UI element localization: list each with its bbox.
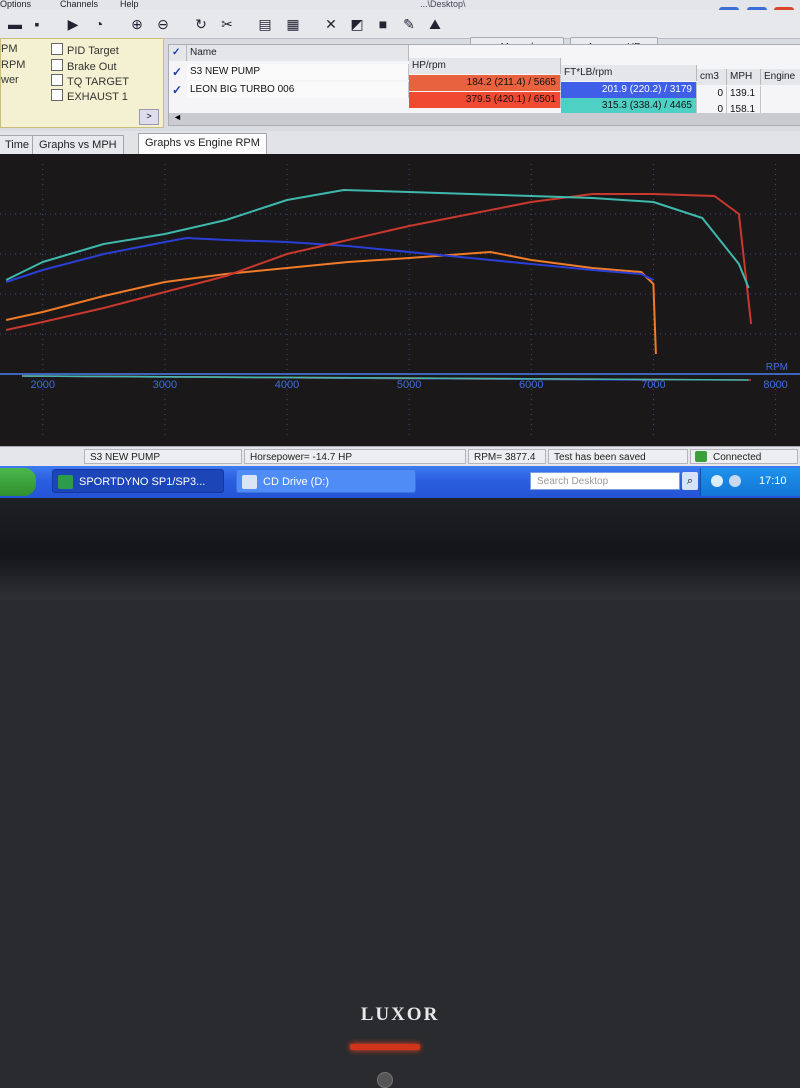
toolbar: ▬ ▪ ▶ ◔ ⊕ ⊖ ↻ ✂ ▤ ▦ ✕ ◩ ■ ✎ ⛰ Manual Ave… — [0, 10, 800, 59]
zoom-in-icon[interactable]: ⊕ — [126, 14, 148, 34]
tray-icon[interactable] — [711, 475, 723, 487]
scissors-icon[interactable]: ✂ — [216, 14, 238, 34]
monitor-bezel: Options Channels Help ...\Desktop\ _ ▫ ×… — [0, 0, 800, 1088]
tools-icon[interactable]: ✕ — [320, 14, 342, 34]
run-name: LEON BIG TURBO 006 — [187, 82, 409, 98]
checkbox[interactable] — [51, 59, 63, 71]
channel-tq-target[interactable]: TQ TARGET — [51, 74, 129, 88]
print-icon[interactable]: ▬ — [4, 14, 26, 34]
sportdyno-icon — [58, 475, 73, 489]
tab-time[interactable]: Time — [0, 135, 37, 154]
channel-left-label: RPM — [1, 59, 26, 71]
scroll-right-icon[interactable]: > — [139, 109, 159, 125]
gauge-icon[interactable]: ◔ — [88, 14, 110, 34]
x-tick-label: 7000 — [641, 379, 665, 391]
menu-help[interactable]: Help — [120, 0, 139, 9]
column-header-engine[interactable]: Engine — [761, 69, 800, 85]
channel-exhaust-1[interactable]: EXHAUST 1 — [51, 89, 128, 103]
save-icon[interactable]: ▪ — [26, 14, 48, 34]
graph-tabs: Time Graphs vs MPH Graphs vs Engine RPM — [0, 131, 800, 156]
run-torque: 201.9 (220.2) / 3179 — [561, 82, 697, 98]
column-header-mph[interactable]: MPH — [727, 69, 761, 85]
clock: 17:10 — [759, 475, 787, 487]
checkbox[interactable] — [51, 89, 63, 101]
system-tray: 17:10 — [700, 468, 800, 496]
printer-icon[interactable]: ▦ — [282, 14, 304, 34]
cd-drive-icon — [242, 475, 257, 489]
hill-icon[interactable]: ⛰ — [424, 14, 446, 34]
x-tick-label: 8000 — [763, 379, 787, 391]
play-icon[interactable]: ▶ — [62, 14, 84, 34]
menu-channels[interactable]: Channels — [60, 0, 98, 9]
graph-canvas: 2000 3000 4000 5000 6000 7000 8000 RPM — [0, 164, 800, 436]
power-button[interactable] — [377, 1072, 393, 1088]
channel-brake-out[interactable]: Brake Out — [51, 59, 117, 73]
power-led — [350, 1044, 420, 1050]
preview-icon[interactable]: ▤ — [254, 14, 276, 34]
row-checkbox[interactable]: ✓ — [172, 66, 184, 78]
status-run-name: S3 NEW PUMP — [84, 449, 242, 464]
monitor-brand: LUXOR — [360, 1004, 440, 1025]
search-desktop-input[interactable]: Search Desktop — [530, 472, 680, 490]
tab-graphs-vs-mph[interactable]: Graphs vs MPH — [32, 135, 124, 154]
x-axis-label: RPM — [766, 362, 788, 373]
series-tail-line — [21, 375, 749, 381]
x-tick-label: 6000 — [519, 379, 543, 391]
connected-icon — [695, 451, 707, 462]
search-icon[interactable]: ⌕ — [682, 472, 698, 490]
task-sportdyno[interactable]: SPORTDYNO SP1/SP3... — [52, 469, 224, 493]
column-header-name[interactable]: Name — [187, 45, 409, 61]
task-cd-drive[interactable]: CD Drive (D:) — [236, 469, 416, 493]
column-header-hp[interactable]: HP/rpm — [409, 58, 561, 74]
x-tick-label: 5000 — [397, 379, 421, 391]
status-saved: Test has been saved — [548, 449, 688, 464]
refresh-icon[interactable]: ↻ — [190, 14, 212, 34]
run-mph: 139.1 — [727, 86, 761, 102]
tab-graphs-vs-engine-rpm[interactable]: Graphs vs Engine RPM — [138, 133, 267, 155]
run-hp: 379.5 (420.1) / 6501 — [409, 92, 561, 108]
status-connected: Connected — [690, 449, 798, 464]
x-tick-label: 3000 — [153, 379, 177, 391]
scroll-left-icon[interactable]: ◄ — [173, 112, 182, 122]
x-tick-label: 4000 — [275, 379, 299, 391]
x-tick-label: 2000 — [31, 379, 55, 391]
checkbox[interactable] — [51, 74, 63, 86]
monitor-bottom: LUXOR — [0, 498, 800, 1088]
column-header-cm3[interactable]: cm3 — [697, 69, 727, 85]
select-all-checkbox[interactable]: ✓ — [169, 45, 187, 61]
taskbar: SPORTDYNO SP1/SP3... CD Drive (D:) Searc… — [0, 466, 800, 498]
channel-pid-target[interactable]: PID Target — [51, 43, 119, 57]
run-name: S3 NEW PUMP — [187, 64, 409, 80]
window-title: ...\Desktop\ — [420, 0, 466, 9]
channel-left-label: PM — [1, 43, 18, 55]
notes-icon[interactable]: ✎ — [398, 14, 420, 34]
status-horsepower: Horsepower= -14.7 HP — [244, 449, 466, 464]
column-header-torque[interactable]: FT*LB/rpm — [561, 65, 697, 81]
status-bar: S3 NEW PUMP Horsepower= -14.7 HP RPM= 38… — [0, 446, 800, 467]
runs-table: ✓ Name HP/rpm FT*LB/rpm cm3 MPH Engine ✓… — [168, 44, 800, 126]
channel-left-label: wer — [1, 74, 19, 86]
menu-options[interactable]: Options — [0, 0, 31, 9]
start-button[interactable] — [0, 468, 36, 496]
series-line-hp — [5, 193, 753, 331]
screen: Options Channels Help ...\Desktop\ _ ▫ ×… — [0, 0, 800, 498]
horizontal-scrollbar[interactable]: ◄ — [169, 112, 800, 125]
menu-bar: Options Channels Help ...\Desktop\ — [0, 0, 800, 10]
dark-panel-icon[interactable]: ■ — [372, 14, 394, 34]
zoom-out-icon[interactable]: ⊖ — [152, 14, 174, 34]
checkbox[interactable] — [51, 43, 63, 55]
status-rpm: RPM= 3877.4 — [468, 449, 546, 464]
graph-icon[interactable]: ◩ — [346, 14, 368, 34]
run-torque: 315.3 (338.4) / 4465 — [561, 98, 697, 114]
dyno-graph[interactable]: 2000 3000 4000 5000 6000 7000 8000 RPM — [0, 154, 800, 446]
row-checkbox[interactable]: ✓ — [172, 84, 184, 96]
run-hp: 184.2 (211.4) / 5665 — [409, 75, 561, 91]
tray-icon[interactable] — [729, 475, 741, 487]
run-cm3: 0 — [697, 86, 727, 102]
